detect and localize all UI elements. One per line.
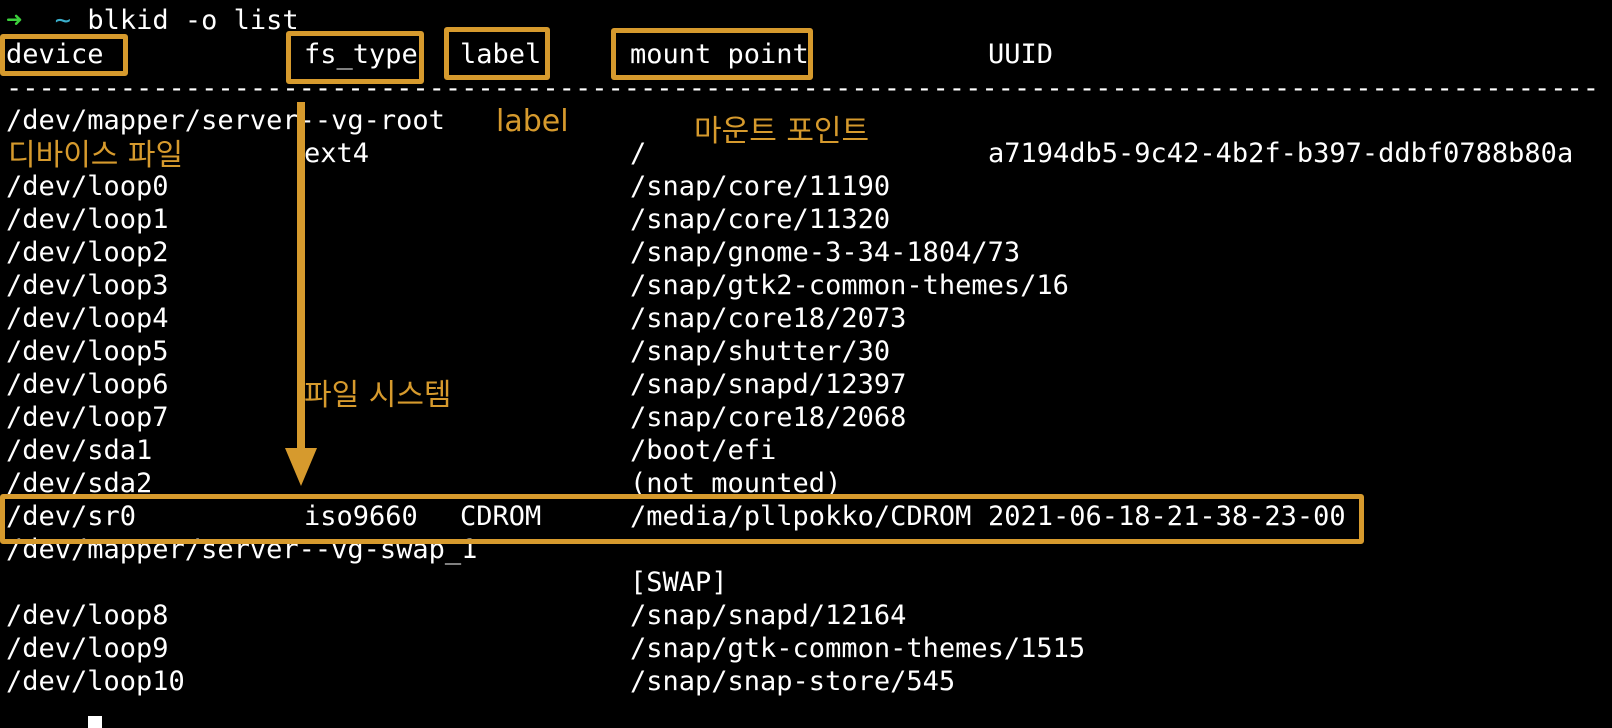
arrow-down-icon [285, 102, 317, 486]
terminal-window[interactable]: ➜ ~ blkid -o list device fs_type label m… [0, 0, 1612, 728]
